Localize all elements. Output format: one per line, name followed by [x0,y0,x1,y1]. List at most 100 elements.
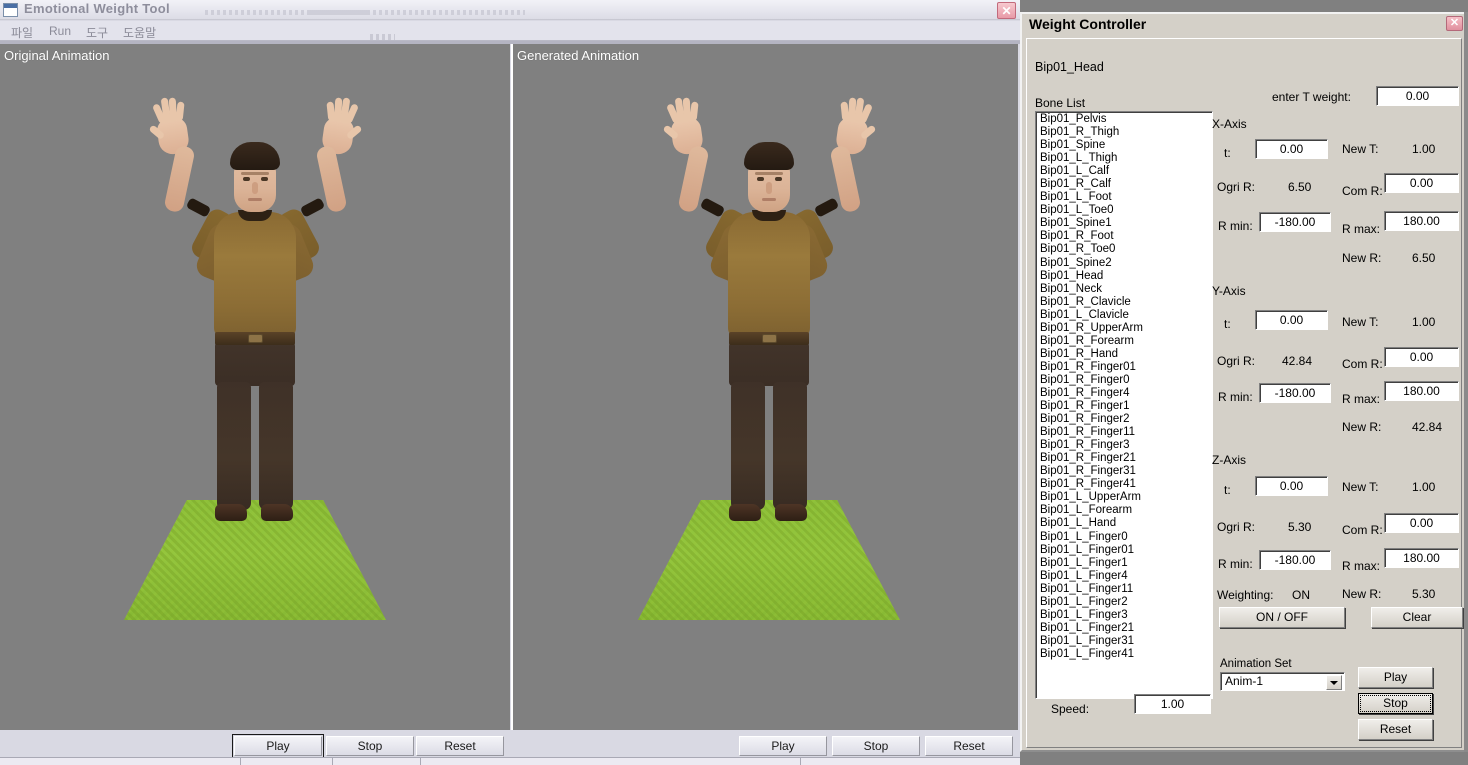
close-icon[interactable]: ✕ [997,2,1016,19]
bone-list-item[interactable]: Bip01_R_Finger11 [1038,426,1212,439]
play-button-original[interactable]: Play [232,734,324,758]
screen-root: Emotional Weight Tool ✕ 파일 Run 도구 도움말 Or… [0,0,1468,765]
y-r-min-label: R min: [1218,390,1253,404]
char-leg-right [259,382,293,510]
bone-list-item[interactable]: Bip01_Spine1 [1038,217,1212,230]
menu-item-tools[interactable]: 도구 [81,23,113,42]
bone-list-item[interactable]: Bip01_R_Finger1 [1038,400,1212,413]
bone-list-item[interactable]: Bip01_R_Finger2 [1038,413,1212,426]
bone-list-item[interactable]: Bip01_L_Thigh [1038,152,1212,165]
char-brow [755,172,783,175]
viewport-original-animation[interactable]: Original Animation [0,44,510,730]
x-t-input[interactable]: 0.00 [1255,139,1328,159]
bone-list-item[interactable]: Bip01_L_Finger41 [1038,648,1212,661]
viewport-generated-animation[interactable]: Generated Animation [511,44,1018,730]
z-r-min-input[interactable]: -180.00 [1259,550,1331,570]
bone-list-item[interactable]: Bip01_Spine2 [1038,257,1212,270]
char-shoe-left [215,504,247,521]
char-shoe-right [775,504,807,521]
bone-list-item[interactable]: Bip01_R_Hand [1038,348,1212,361]
animation-set-select[interactable]: Anim-1 [1220,672,1345,691]
y-r-min-input[interactable]: -180.00 [1259,383,1331,403]
bone-list-item[interactable]: Bip01_R_Clavicle [1038,296,1212,309]
bone-list-item[interactable]: Bip01_L_Finger1 [1038,557,1212,570]
bone-list-item[interactable]: Bip01_Spine [1038,139,1212,152]
bone-list-item[interactable]: Bip01_R_Finger21 [1038,452,1212,465]
bone-list-item[interactable]: Bip01_R_UpperArm [1038,322,1212,335]
bone-list[interactable]: Bip01_Pelvis Bip01_R_Thigh Bip01_Spine Bip0… [1035,111,1213,699]
y-r-max-input[interactable]: 180.00 [1384,381,1459,401]
bone-list-item[interactable]: Bip01_L_Finger3 [1038,609,1212,622]
bone-list-item[interactable]: Bip01_L_Finger31 [1038,635,1212,648]
bone-list-item[interactable]: Bip01_R_Calf [1038,178,1212,191]
z-new-t-value: 1.00 [1412,480,1436,494]
play-button-controller[interactable]: Play [1358,667,1433,688]
chevron-down-icon[interactable] [1326,675,1342,690]
bone-list-item[interactable]: Bip01_L_Hand [1038,517,1212,530]
x-ogri-r-value: 6.50 [1288,180,1312,194]
bone-list-item[interactable]: Bip01_L_Finger01 [1038,544,1212,557]
bone-list-item[interactable]: Bip01_L_Toe0 [1038,204,1212,217]
y-new-t-label: New T: [1342,315,1379,329]
x-new-r-value: 6.50 [1412,251,1436,265]
bone-list-item[interactable]: Bip01_Neck [1038,283,1212,296]
z-r-max-input[interactable]: 180.00 [1384,548,1459,568]
char-leg-left [731,382,765,510]
z-com-r-input[interactable]: 0.00 [1384,513,1459,533]
clear-button[interactable]: Clear [1371,607,1463,628]
bone-list-item[interactable]: Bip01_L_Finger2 [1038,596,1212,609]
bone-list-item[interactable]: Bip01_L_Calf [1038,165,1212,178]
bone-list-item[interactable]: Bip01_L_UpperArm [1038,491,1212,504]
x-r-min-input[interactable]: -180.00 [1259,212,1331,232]
speed-input[interactable]: 1.00 [1134,694,1211,714]
x-com-r-input[interactable]: 0.00 [1384,173,1459,193]
on-off-button[interactable]: ON / OFF [1219,607,1345,628]
bone-list-item[interactable]: Bip01_R_Toe0 [1038,243,1212,256]
bone-list-item[interactable]: Bip01_L_Forearm [1038,504,1212,517]
reset-button-controller[interactable]: Reset [1358,719,1433,740]
bone-list-item[interactable]: Bip01_R_Finger3 [1038,439,1212,452]
stop-button-controller[interactable]: Stop [1358,693,1433,714]
char-sweater [728,212,810,338]
bone-list-item[interactable]: Bip01_Head [1038,270,1212,283]
character-model-original [125,94,385,524]
bone-list-item[interactable]: Bip01_L_Clavicle [1038,309,1212,322]
char-belt [729,332,809,345]
stop-button-generated[interactable]: Stop [832,736,920,756]
bone-list-item[interactable]: Bip01_R_Foot [1038,230,1212,243]
bone-list-item[interactable]: Bip01_R_Finger41 [1038,478,1212,491]
bone-list-item[interactable]: Bip01_R_Finger01 [1038,361,1212,374]
bone-list-item[interactable]: Bip01_R_Thigh [1038,126,1212,139]
char-leg-left [217,382,251,510]
y-t-input[interactable]: 0.00 [1255,310,1328,330]
menu-item-file[interactable]: 파일 [6,23,38,42]
z-t-input[interactable]: 0.00 [1255,476,1328,496]
bone-list-item[interactable]: Bip01_L_Finger21 [1038,622,1212,635]
play-button-generated[interactable]: Play [739,736,827,756]
menu-item-run[interactable]: Run [44,23,76,39]
x-r-max-input[interactable]: 180.00 [1384,211,1459,231]
close-icon[interactable]: ✕ [1446,16,1463,31]
bone-list-item[interactable]: Bip01_R_Finger4 [1038,387,1212,400]
y-com-r-label: Com R: [1342,357,1383,371]
x-r-max-label: R max: [1342,222,1381,236]
char-eye-right [775,177,782,181]
bone-list-item[interactable]: Bip01_Pelvis [1038,113,1212,126]
bone-list-item[interactable]: Bip01_L_Finger0 [1038,531,1212,544]
bone-list-item[interactable]: Bip01_R_Finger31 [1038,465,1212,478]
bone-list-item[interactable]: Bip01_L_Finger11 [1038,583,1212,596]
bone-list-item[interactable]: Bip01_L_Finger4 [1038,570,1212,583]
stop-button-original[interactable]: Stop [326,736,414,756]
bone-list-item[interactable]: Bip01_R_Finger0 [1038,374,1212,387]
char-pants-hip [215,342,295,386]
bone-list-item[interactable]: Bip01_L_Foot [1038,191,1212,204]
z-new-r-label: New R: [1342,587,1382,601]
char-sweater [214,212,296,338]
reset-button-generated[interactable]: Reset [925,736,1013,756]
speed-label: Speed: [1051,702,1090,716]
menu-item-help[interactable]: 도움말 [118,23,161,42]
bone-list-item[interactable]: Bip01_R_Forearm [1038,335,1212,348]
y-com-r-input[interactable]: 0.00 [1384,347,1459,367]
enter-t-weight-input[interactable]: 0.00 [1376,86,1459,106]
reset-button-original[interactable]: Reset [416,736,504,756]
